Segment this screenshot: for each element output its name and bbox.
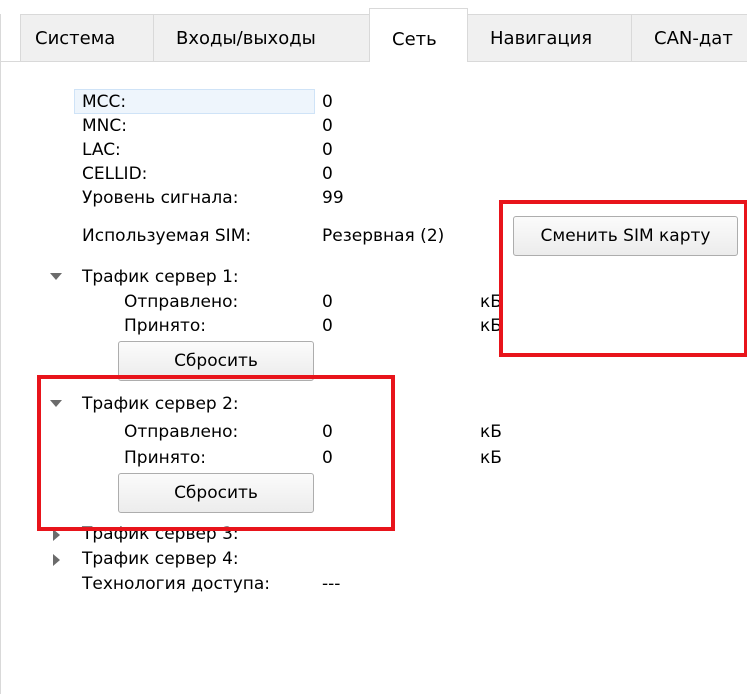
signal-level-label: Уровень сигнала: [82,188,239,208]
traffic-server-3-title: Трафик сервер 3: [82,524,239,544]
traffic-server-1-received-value: 0 [322,316,333,336]
tab-can[interactable]: CAN-дат [631,14,747,61]
traffic-server-2-collapse-icon[interactable] [50,400,62,407]
traffic-server-1-received-unit: кБ [480,316,502,336]
traffic-server-2-reset-button[interactable]: Сбросить [118,473,314,513]
mnc-value: 0 [322,116,333,136]
panel-border [0,14,1,694]
traffic-server-4-expand-icon[interactable] [53,554,60,566]
traffic-server-2-sent-label: Отправлено: [124,422,239,442]
cellid-label: CELLID: [82,164,148,184]
tab-network[interactable]: Сеть [369,8,468,62]
cellid-value: 0 [322,164,333,184]
lac-label: LAC: [82,140,121,160]
access-technology-value: --- [322,574,341,594]
tab-io[interactable]: Входы/выходы [153,14,370,61]
lac-value: 0 [322,140,333,160]
mnc-label: MNC: [82,116,127,136]
traffic-server-1-received-label: Принято: [124,316,206,336]
traffic-server-2-received-label: Принято: [124,448,206,468]
sim-label: Используемая SIM: [82,226,252,246]
switch-sim-button[interactable]: Сменить SIM карту [513,216,738,256]
traffic-server-2-received-unit: кБ [480,448,502,468]
traffic-server-1-collapse-icon[interactable] [50,273,62,280]
mcc-value: 0 [322,92,333,112]
access-technology-label: Технология доступа: [82,574,271,594]
tab-navigation[interactable]: Навигация [467,14,632,61]
tab-system[interactable]: Система [20,14,154,61]
traffic-server-1-title: Трафик сервер 1: [82,267,239,287]
traffic-server-1-sent-value: 0 [322,292,333,312]
traffic-server-3-expand-icon[interactable] [53,529,60,541]
traffic-server-1-sent-unit: кБ [480,292,502,312]
tab-bar: Система Входы/выходы Сеть Навигация CAN-… [0,0,747,62]
traffic-server-2-received-value: 0 [322,448,333,468]
mcc-label: MCC: [82,92,127,112]
traffic-server-2-sent-value: 0 [322,422,333,442]
traffic-server-2-sent-unit: кБ [480,422,502,442]
traffic-server-4-title: Трафик сервер 4: [82,549,239,569]
sim-value: Резервная (2) [322,226,445,246]
signal-level-value: 99 [322,188,344,208]
traffic-server-1-reset-button[interactable]: Сбросить [118,341,314,381]
traffic-server-1-sent-label: Отправлено: [124,292,239,312]
traffic-server-2-title: Трафик сервер 2: [82,394,239,414]
